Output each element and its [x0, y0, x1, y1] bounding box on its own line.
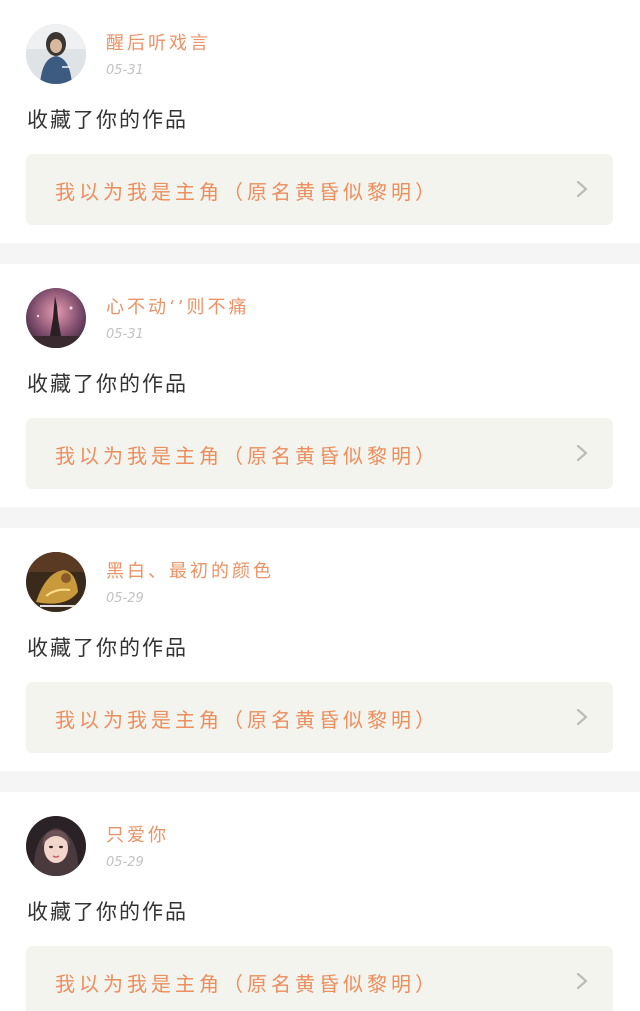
chevron-right-icon	[576, 972, 588, 990]
notification-item: 心不动‘’则不痛 05-31 收藏了你的作品 我以为我是主角（原名黄昏似黎明）	[0, 264, 640, 507]
timestamp: 05-29	[106, 855, 144, 870]
timestamp: 05-31	[106, 63, 144, 78]
work-title: 我以为我是主角（原名黄昏似黎明）	[55, 180, 439, 204]
avatar-dark-hair-person-icon	[26, 24, 86, 84]
action-text: 收藏了你的作品	[27, 108, 188, 132]
username[interactable]: 心不动‘’则不痛	[106, 293, 249, 319]
action-text: 收藏了你的作品	[27, 372, 188, 396]
chevron-right-icon	[576, 708, 588, 726]
notification-item: 只爱你 05-29 收藏了你的作品 我以为我是主角（原名黄昏似黎明）	[0, 792, 640, 1011]
divider	[0, 507, 640, 528]
action-text: 收藏了你的作品	[27, 636, 188, 660]
work-link-card[interactable]: 我以为我是主角（原名黄昏似黎明）	[26, 154, 613, 225]
avatar-eiffel-tower-icon	[26, 288, 86, 348]
divider	[0, 243, 640, 264]
avatar[interactable]	[26, 24, 86, 84]
chevron-right-icon	[576, 444, 588, 462]
work-link-card[interactable]: 我以为我是主角（原名黄昏似黎明）	[26, 946, 613, 1011]
work-link-card[interactable]: 我以为我是主角（原名黄昏似黎明）	[26, 418, 613, 489]
work-title: 我以为我是主角（原名黄昏似黎明）	[55, 708, 439, 732]
divider	[0, 771, 640, 792]
timestamp: 05-29	[106, 591, 144, 606]
avatar[interactable]	[26, 816, 86, 876]
notification-item: 醒后听戏言 05-31 收藏了你的作品 我以为我是主角（原名黄昏似黎明）	[0, 0, 640, 243]
action-text: 收藏了你的作品	[27, 900, 188, 924]
timestamp: 05-31	[106, 327, 144, 342]
work-link-card[interactable]: 我以为我是主角（原名黄昏似黎明）	[26, 682, 613, 753]
username[interactable]: 黑白、最初的颜色	[106, 557, 274, 583]
notification-feed: 醒后听戏言 05-31 收藏了你的作品 我以为我是主角（原名黄昏似黎明） 心不动…	[0, 0, 640, 1011]
notification-item: 黑白、最初的颜色 05-29 收藏了你的作品 我以为我是主角（原名黄昏似黎明）	[0, 528, 640, 771]
username[interactable]: 只爱你	[106, 821, 169, 847]
work-title: 我以为我是主角（原名黄昏似黎明）	[55, 972, 439, 996]
chevron-right-icon	[576, 180, 588, 198]
avatar-gold-figure-icon	[26, 552, 86, 612]
work-title: 我以为我是主角（原名黄昏似黎明）	[55, 444, 439, 468]
username[interactable]: 醒后听戏言	[106, 29, 211, 55]
avatar-girl-portrait-icon	[26, 816, 86, 876]
avatar[interactable]	[26, 288, 86, 348]
avatar[interactable]	[26, 552, 86, 612]
